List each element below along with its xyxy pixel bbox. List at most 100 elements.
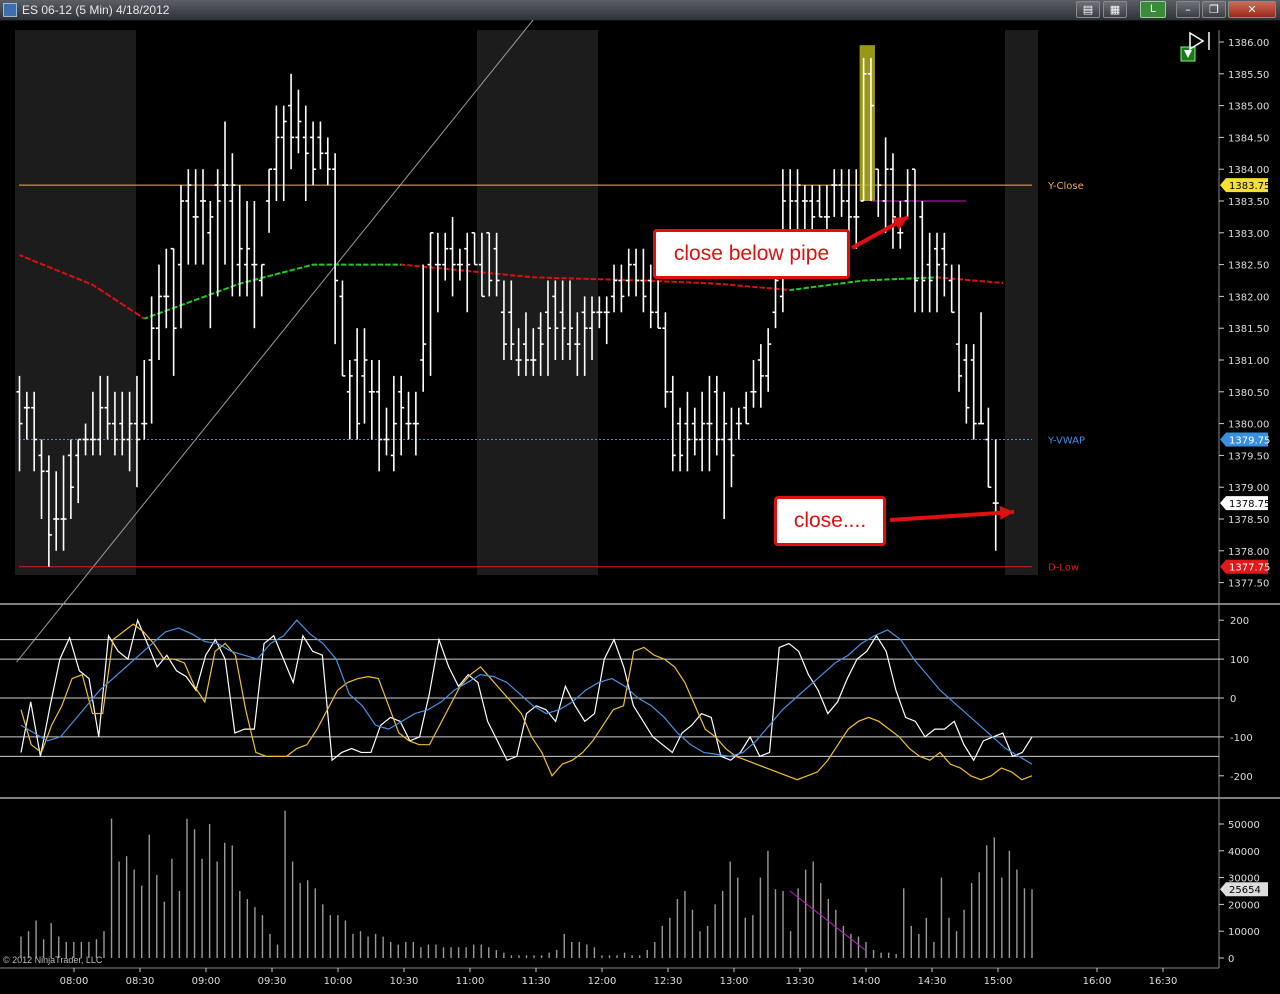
moving-average-segment <box>958 278 967 281</box>
link-button-label: L <box>1149 3 1157 15</box>
price-bar <box>669 375 676 472</box>
moving-average-segment <box>408 264 416 268</box>
price-tag: 1377.75 <box>1220 559 1270 574</box>
price-bar <box>427 232 434 376</box>
price-bar <box>956 264 963 392</box>
price-bar <box>926 232 933 313</box>
price-bar <box>339 280 346 377</box>
price-bar <box>911 168 918 313</box>
moving-average-segment <box>415 265 424 268</box>
moving-average-segment <box>452 268 460 272</box>
minimize-button[interactable]: – <box>1176 1 1200 18</box>
volume-panel: 5000040000300002000010000025654 <box>20 810 1268 965</box>
volume-tick-label: 20000 <box>1228 900 1260 911</box>
price-bar <box>743 391 750 425</box>
oscillator-series-line <box>20 618 1033 762</box>
close-button[interactable]: ✕ <box>1228 1 1276 18</box>
price-tick-label: 1384.00 <box>1228 165 1269 176</box>
price-bar <box>449 216 456 297</box>
price-bar <box>398 375 405 456</box>
price-bar <box>875 168 882 217</box>
volume-tick-label: 50000 <box>1228 820 1260 831</box>
moving-average-segment <box>790 288 798 292</box>
price-bar <box>985 407 992 489</box>
price-tick-label: 1384.50 <box>1228 133 1269 144</box>
price-bar <box>655 280 662 330</box>
session-shade <box>477 30 598 575</box>
moving-average-segment <box>173 304 182 309</box>
chart-trader-icon: ▤ <box>1082 3 1094 16</box>
price-bar <box>765 328 772 392</box>
moving-average-segment <box>511 274 519 277</box>
maximize-button[interactable]: ❐ <box>1202 1 1226 18</box>
price-tag-label: 1379.75 <box>1229 436 1270 447</box>
moving-average-segment <box>753 285 761 289</box>
price-bar <box>434 232 441 313</box>
session-shading <box>15 30 1038 575</box>
last-price-tag-label: 1378.75 <box>1229 499 1270 510</box>
moving-average-segment <box>812 285 820 289</box>
price-bar <box>302 105 309 201</box>
moving-average-segment <box>782 288 791 292</box>
price-bar <box>757 344 764 408</box>
price-bar <box>354 328 361 440</box>
moving-average-segment <box>268 273 277 278</box>
price-bar <box>185 169 192 265</box>
price-bar <box>934 232 940 313</box>
moving-average-segment <box>261 275 270 279</box>
price-bar <box>376 360 383 472</box>
price-tick-label: 1379.00 <box>1228 483 1269 494</box>
price-bar <box>456 248 463 281</box>
price-tag: 1383.75 <box>1220 178 1270 193</box>
price-bar <box>192 169 199 265</box>
price-bar <box>229 153 236 297</box>
app-icon <box>3 3 17 17</box>
price-bar <box>464 232 471 313</box>
data-box-button[interactable]: ▦ <box>1103 1 1127 18</box>
chart-trader-button[interactable]: ▤ <box>1076 1 1100 18</box>
moving-average-segment <box>834 282 842 286</box>
price-bar <box>361 328 368 424</box>
price-bar <box>809 185 816 233</box>
price-bar <box>611 264 618 313</box>
price-bar <box>699 391 706 472</box>
price-bar <box>706 375 713 472</box>
moving-average-segment <box>445 267 453 271</box>
time-tick-label: 16:00 <box>1083 976 1112 987</box>
price-bar <box>603 296 610 345</box>
time-tick-label: 11:30 <box>522 976 551 987</box>
price-bar <box>258 263 265 297</box>
price-bar <box>200 169 206 265</box>
price-tag: 1379.75 <box>1220 432 1270 447</box>
moving-average-segment <box>239 280 248 285</box>
price-bar <box>728 407 735 488</box>
price-bar <box>442 232 449 281</box>
price-bar <box>853 169 860 249</box>
price-tick-label: 1380.50 <box>1228 388 1269 399</box>
price-bar <box>383 407 390 456</box>
price-bar <box>831 169 838 217</box>
window-title: ES 06-12 (5 Min) 4/18/2012 <box>22 3 170 17</box>
price-bar <box>662 312 669 408</box>
volume-tick-label: 10000 <box>1228 927 1260 938</box>
time-tick-label: 12:30 <box>654 976 683 987</box>
moving-average-segment <box>856 279 864 283</box>
moving-average-segment <box>276 271 284 276</box>
moving-average-segment <box>305 263 314 268</box>
price-bar <box>713 375 720 456</box>
price-bar <box>816 185 823 218</box>
price-bar <box>324 137 331 186</box>
moving-average-segment <box>775 287 783 291</box>
chart-area[interactable]: 1386.00 1385.50 1385.00 1384.50 1384.00 1383.… <box>0 20 1280 994</box>
price-bar <box>471 232 478 266</box>
moving-average-segment <box>973 279 982 283</box>
link-button[interactable]: L <box>1140 1 1166 18</box>
moving-average-segment <box>459 269 468 272</box>
moving-average-segment <box>232 282 241 288</box>
price-bar <box>214 169 221 297</box>
price-tick-label: 1385.50 <box>1228 70 1269 81</box>
moving-average-segment <box>944 276 952 280</box>
moving-average-segment <box>467 269 475 273</box>
volume-tick-label: 40000 <box>1228 847 1260 858</box>
moving-average-segment <box>401 263 409 267</box>
